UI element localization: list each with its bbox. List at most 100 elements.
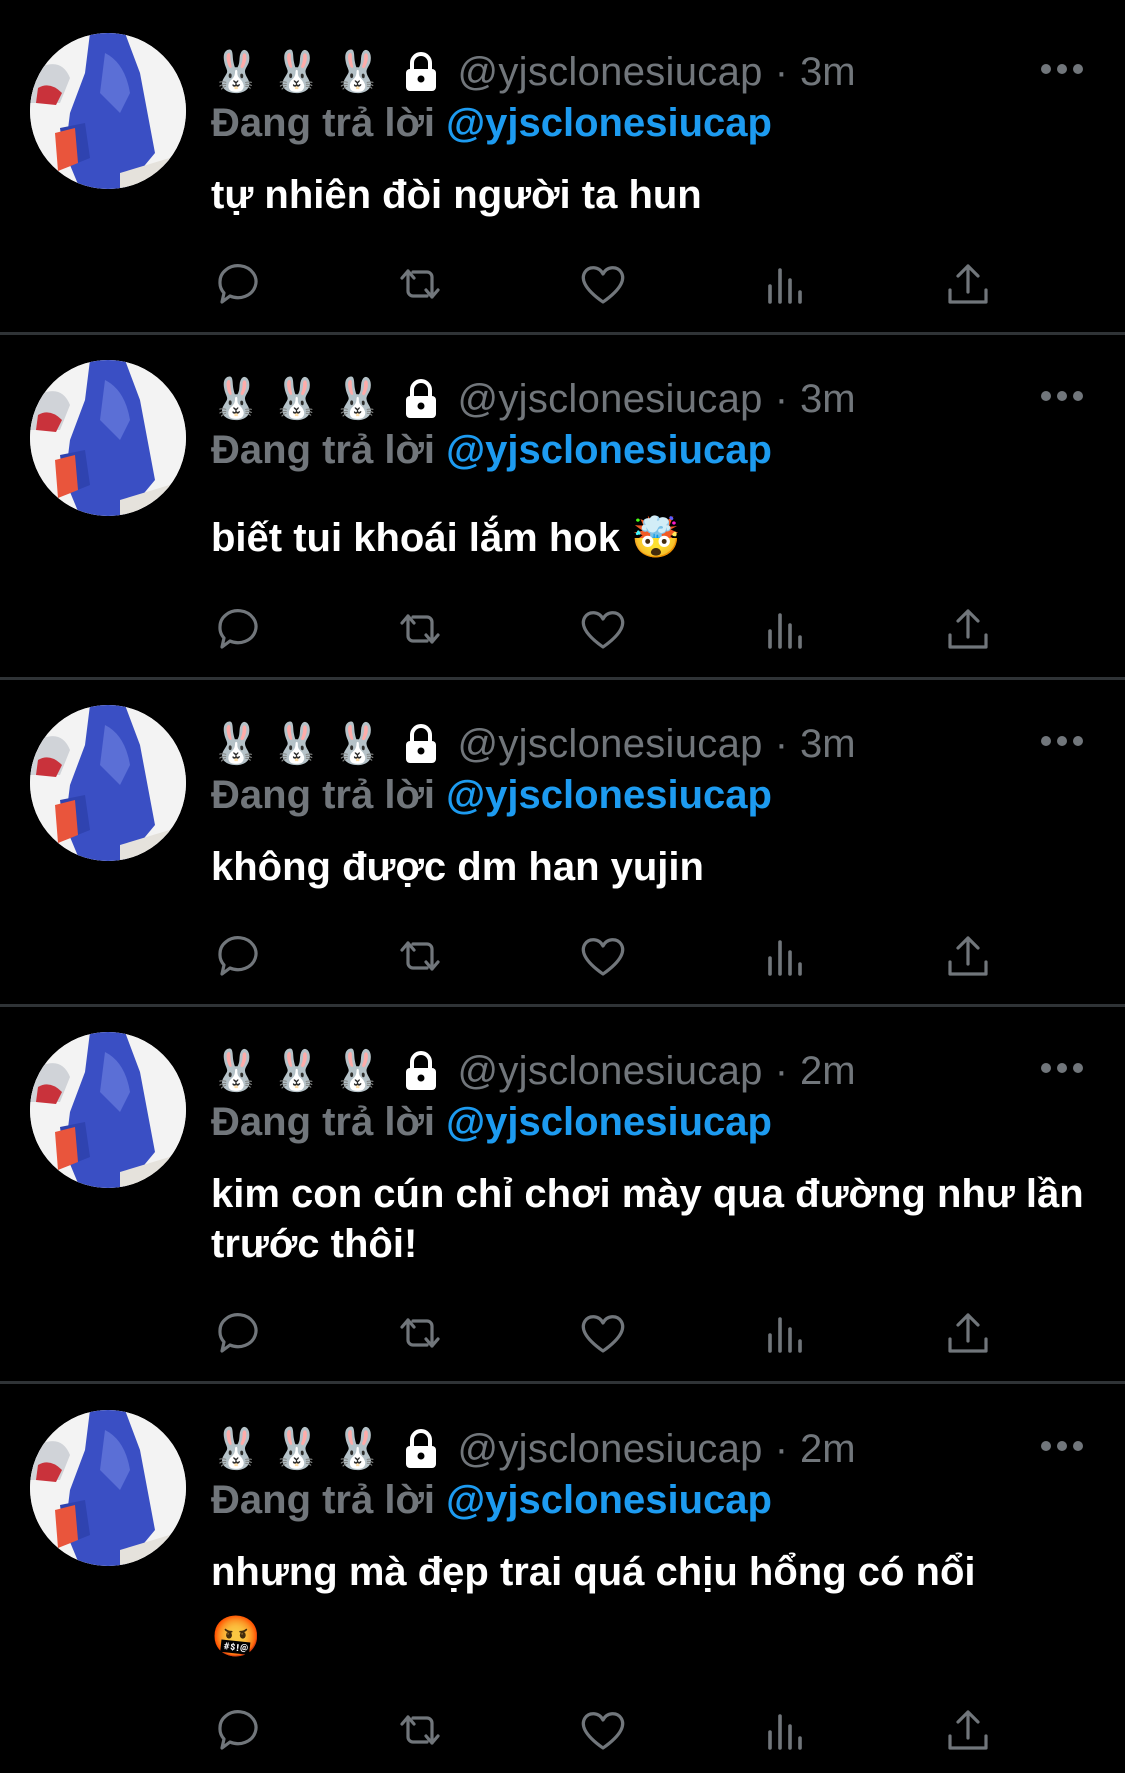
rabbit-emoji: 🐰 [332, 721, 383, 767]
timestamp[interactable]: 3m [800, 377, 856, 422]
views-icon[interactable] [757, 256, 813, 312]
more-options-icon[interactable] [1040, 388, 1084, 404]
timestamp[interactable]: 3m [800, 50, 856, 95]
tweet-text: tự nhiên đòi người ta hun [211, 170, 1091, 220]
share-icon[interactable] [940, 256, 996, 312]
reply-icon[interactable] [210, 1702, 266, 1758]
avatar[interactable] [30, 705, 186, 861]
reply-icon[interactable] [210, 601, 266, 657]
tweet-emoji-line: 🤬 [211, 1612, 1091, 1662]
more-options-icon[interactable] [1040, 61, 1084, 77]
replying-to: Đang trả lời @yjsclonesiucap [211, 1100, 772, 1145]
rabbit-emoji: 🐰 [271, 376, 322, 422]
tweet-header: 🐰 🐰 🐰 @yjsclonesiucap · 3m [211, 374, 856, 424]
retweet-icon[interactable] [392, 256, 448, 312]
replying-to: Đang trả lời @yjsclonesiucap [211, 428, 772, 473]
emoji: 🤯 [631, 515, 681, 561]
tweet-actions [210, 601, 1010, 657]
like-icon[interactable] [575, 256, 631, 312]
separator-dot: · [774, 1048, 789, 1093]
separator-dot: · [774, 721, 789, 766]
rabbit-emoji: 🐰 [271, 1048, 322, 1094]
rabbit-emoji: 🐰 [332, 49, 383, 95]
views-icon[interactable] [757, 1305, 813, 1361]
like-icon[interactable] [575, 1305, 631, 1361]
avatar[interactable] [30, 33, 186, 189]
reply-mention-link[interactable]: @yjsclonesiucap [446, 773, 772, 817]
views-icon[interactable] [757, 1702, 813, 1758]
retweet-icon[interactable] [392, 1305, 448, 1361]
tweet-text-content: tự nhiên đòi người ta hun [211, 173, 702, 217]
separator-dot: · [774, 49, 789, 94]
replying-to-label: Đang trả lời [211, 1100, 436, 1144]
tweet-text: kim con cún chỉ chơi mày qua đường như l… [211, 1169, 1091, 1269]
tweet-text: biết tui khoái lắm hok 🤯 [211, 513, 1091, 563]
retweet-icon[interactable] [392, 1702, 448, 1758]
avatar[interactable] [30, 360, 186, 516]
views-icon[interactable] [757, 601, 813, 657]
user-handle[interactable]: @yjsclonesiucap [457, 722, 762, 767]
tweet-header: 🐰 🐰 🐰 @yjsclonesiucap · 3m [211, 719, 856, 769]
tweet-text-content: kim con cún chỉ chơi mày qua đường như l… [211, 1172, 1084, 1266]
tweet-actions [210, 1305, 1010, 1361]
rabbit-emoji: 🐰 [211, 49, 261, 95]
tweet-text: không được dm han yujin [211, 842, 1091, 892]
tweet-text: nhưng mà đẹp trai quá chịu hổng có nổi [211, 1547, 1091, 1597]
timestamp[interactable]: 2m [800, 1049, 856, 1094]
timestamp[interactable]: 2m [800, 1427, 856, 1472]
user-handle[interactable]: @yjsclonesiucap [457, 50, 762, 95]
share-icon[interactable] [940, 1702, 996, 1758]
more-options-icon[interactable] [1040, 1060, 1084, 1076]
reply-mention-link[interactable]: @yjsclonesiucap [446, 101, 772, 145]
tweet-header: 🐰 🐰 🐰 @yjsclonesiucap · 2m [211, 1424, 856, 1474]
tweet-actions [210, 256, 1010, 312]
like-icon[interactable] [575, 1702, 631, 1758]
lock-icon [399, 377, 443, 421]
user-handle[interactable]: @yjsclonesiucap [457, 1427, 762, 1472]
replying-to-label: Đang trả lời [211, 773, 436, 817]
rabbit-emoji: 🐰 [271, 49, 322, 95]
tweet-header: 🐰 🐰 🐰 @yjsclonesiucap · 2m [211, 1046, 856, 1096]
rabbit-emoji: 🐰 [332, 376, 383, 422]
replying-to: Đang trả lời @yjsclonesiucap [211, 1478, 772, 1523]
retweet-icon[interactable] [392, 928, 448, 984]
user-handle[interactable]: @yjsclonesiucap [457, 1049, 762, 1094]
rabbit-emoji: 🐰 [332, 1426, 383, 1472]
replying-to: Đang trả lời @yjsclonesiucap [211, 101, 772, 146]
share-icon[interactable] [940, 928, 996, 984]
lock-icon [399, 722, 443, 766]
reply-icon[interactable] [210, 256, 266, 312]
tweet-text-content: biết tui khoái lắm hok [211, 516, 620, 560]
tweet-actions [210, 1702, 1010, 1758]
retweet-icon[interactable] [392, 601, 448, 657]
replying-to: Đang trả lời @yjsclonesiucap [211, 773, 772, 818]
emoji: 🤬 [211, 1614, 261, 1660]
reply-mention-link[interactable]: @yjsclonesiucap [446, 1100, 772, 1144]
like-icon[interactable] [575, 928, 631, 984]
rabbit-emoji: 🐰 [211, 1426, 261, 1472]
timestamp[interactable]: 3m [800, 722, 856, 767]
rabbit-emoji: 🐰 [271, 1426, 322, 1472]
share-icon[interactable] [940, 601, 996, 657]
avatar[interactable] [30, 1032, 186, 1188]
rabbit-emoji: 🐰 [271, 721, 322, 767]
views-icon[interactable] [757, 928, 813, 984]
like-icon[interactable] [575, 601, 631, 657]
lock-icon [399, 50, 443, 94]
tweet-actions [210, 928, 1010, 984]
reply-icon[interactable] [210, 928, 266, 984]
more-options-icon[interactable] [1040, 733, 1084, 749]
more-options-icon[interactable] [1040, 1438, 1084, 1454]
tweet-divider [0, 1381, 1125, 1384]
replying-to-label: Đang trả lời [211, 428, 436, 472]
reply-mention-link[interactable]: @yjsclonesiucap [446, 428, 772, 472]
lock-icon [399, 1427, 443, 1471]
share-icon[interactable] [940, 1305, 996, 1361]
tweet-header: 🐰 🐰 🐰 @yjsclonesiucap · 3m [211, 47, 856, 97]
reply-mention-link[interactable]: @yjsclonesiucap [446, 1478, 772, 1522]
reply-icon[interactable] [210, 1305, 266, 1361]
separator-dot: · [774, 1426, 789, 1471]
separator-dot: · [774, 376, 789, 421]
user-handle[interactable]: @yjsclonesiucap [457, 377, 762, 422]
avatar[interactable] [30, 1410, 186, 1566]
